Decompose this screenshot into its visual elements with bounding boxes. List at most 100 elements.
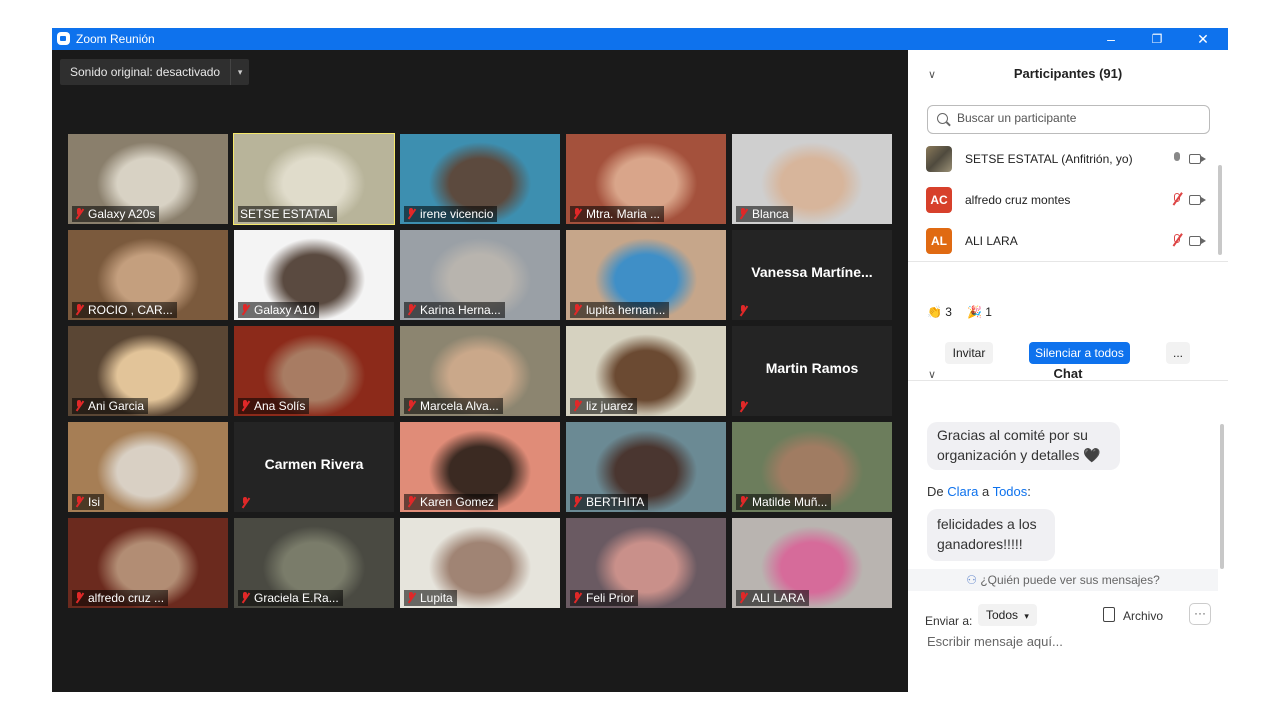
video-tile[interactable]: Matilde Muñ... (732, 422, 892, 512)
video-tile[interactable]: Galaxy A10 (234, 230, 394, 320)
participant-row[interactable]: SETSE ESTATAL (Anfitrión, yo) (926, 145, 1216, 173)
clap-count: 3 (945, 305, 952, 319)
participant-name-label: Blanca (736, 206, 793, 222)
microphone-muted-icon (406, 304, 416, 315)
original-sound-label: Sonido original: desactivado (70, 65, 221, 79)
video-camera-icon[interactable] (1189, 195, 1206, 205)
participant-name: Feli Prior (586, 591, 635, 605)
video-tile[interactable]: Ani Garcia (68, 326, 228, 416)
chevron-down-icon[interactable]: ▾ (230, 59, 249, 85)
close-button[interactable]: ✕ (1180, 28, 1226, 50)
video-camera-icon[interactable] (1189, 236, 1206, 246)
microphone-muted-icon (240, 400, 250, 411)
participant-name-label: Matilde Muñ... (736, 494, 832, 510)
chat-from-mid: a (981, 484, 990, 499)
video-tile[interactable]: Carmen Rivera (234, 422, 394, 512)
send-to-select[interactable]: Todos ▾ (978, 604, 1037, 626)
participant-name: SETSE ESTATAL (240, 207, 334, 221)
participant-name: Martin Ramos (765, 360, 859, 376)
title-bar: Zoom Reunión – ❐ ✕ (52, 28, 1228, 50)
participant-name-label: alfredo cruz ... (72, 590, 169, 606)
participant-name: Lupita (420, 591, 453, 605)
microphone-muted-icon (240, 497, 250, 508)
chat-scrollbar[interactable] (1220, 424, 1224, 569)
participant-row[interactable]: AC alfredo cruz montes (926, 186, 1216, 214)
chat-from-prefix: De (927, 484, 944, 499)
more-options-button[interactable]: ... (1166, 342, 1190, 364)
participant-name-label: Galaxy A10 (238, 302, 320, 318)
participant-search[interactable] (927, 105, 1210, 134)
microphone-muted-icon (738, 401, 748, 412)
microphone-muted-icon (240, 304, 250, 315)
participant-name-label: liz juarez (570, 398, 638, 414)
video-tile[interactable]: Mtra. Maria ... (566, 134, 726, 224)
maximize-button[interactable]: ❐ (1134, 28, 1180, 50)
microphone-muted-icon (74, 592, 84, 603)
search-icon (937, 113, 948, 124)
video-tile[interactable]: Karina Herna... (400, 230, 560, 320)
video-tile[interactable]: ALI LARA (732, 518, 892, 608)
file-button[interactable]: Archivo (1103, 607, 1163, 623)
participant-name: Galaxy A20s (88, 207, 156, 221)
microphone-muted-icon (406, 496, 416, 507)
microphone-muted-icon (406, 592, 416, 603)
video-tile[interactable]: BERTHITA (566, 422, 726, 512)
microphone-muted-icon[interactable] (1171, 192, 1183, 207)
video-tile[interactable]: Blanca (732, 134, 892, 224)
video-tile[interactable]: Galaxy A20s (68, 134, 228, 224)
microphone-muted-icon (738, 305, 748, 316)
participant-name-label: Ana Solís (238, 398, 310, 414)
party-icon: 🎉 (967, 305, 982, 319)
chat-message-input[interactable] (925, 633, 1219, 650)
participant-name: Blanca (752, 207, 789, 221)
video-tile[interactable]: Graciela E.Ra... (234, 518, 394, 608)
video-tile[interactable]: Martin Ramos (732, 326, 892, 416)
invite-button[interactable]: Invitar (945, 342, 993, 364)
who-can-see-messages[interactable]: ⚇ ¿Quién puede ver sus mensajes? (908, 569, 1218, 591)
video-tile[interactable]: lupita hernan... (566, 230, 726, 320)
mute-all-button[interactable]: Silenciar a todos (1029, 342, 1130, 364)
participant-name-label: lupita hernan... (570, 302, 670, 318)
video-tile[interactable]: Marcela Alva... (400, 326, 560, 416)
microphone-icon[interactable] (1171, 152, 1183, 166)
minimize-button[interactable]: – (1088, 28, 1134, 50)
chat-sender-name[interactable]: Clara (947, 484, 978, 499)
party-reaction: 🎉 1 (967, 305, 992, 319)
window-title: Zoom Reunión (76, 32, 155, 46)
participant-name-label: Lupita (404, 590, 457, 606)
participant-search-input[interactable] (955, 110, 1199, 126)
video-camera-icon[interactable] (1189, 154, 1206, 164)
send-to-value: Todos (986, 608, 1019, 622)
microphone-muted-icon (406, 208, 416, 219)
participant-name-label: SETSE ESTATAL (238, 206, 338, 222)
microphone-muted-icon (74, 400, 84, 411)
microphone-muted-icon[interactable] (1171, 233, 1183, 248)
participants-scrollbar[interactable] (1218, 165, 1222, 255)
who-can-see-label: ¿Quién puede ver sus mensajes? (980, 573, 1160, 587)
video-tile[interactable]: alfredo cruz ... (68, 518, 228, 608)
microphone-muted-icon (572, 304, 582, 315)
microphone-muted-icon (572, 592, 582, 603)
chat-more-button[interactable]: ··· (1189, 603, 1211, 625)
video-tile[interactable]: Vanessa Martíne... (732, 230, 892, 320)
party-count: 1 (985, 305, 992, 319)
participant-name: Vanessa Martíne... (751, 264, 873, 280)
video-tile[interactable]: ROCIO , CAR... (68, 230, 228, 320)
participant-name: Mtra. Maria ... (586, 207, 661, 221)
video-tile[interactable]: irene vicencio (400, 134, 560, 224)
participant-name: Isi (88, 495, 100, 509)
original-sound-button[interactable]: Sonido original: desactivado ▾ (60, 59, 250, 85)
video-tile[interactable]: Isi (68, 422, 228, 512)
participant-name-label: Marcela Alva... (404, 398, 503, 414)
video-tile[interactable]: SETSE ESTATAL (233, 133, 395, 225)
video-tile[interactable]: Feli Prior (566, 518, 726, 608)
participant-row[interactable]: AL ALI LARA (926, 227, 1216, 255)
video-tile[interactable]: Ana Solís (234, 326, 394, 416)
chevron-down-icon: ▾ (1024, 611, 1029, 621)
video-tile[interactable]: Lupita (400, 518, 560, 608)
participant-name: Karen Gomez (420, 495, 495, 509)
participant-name: Matilde Muñ... (752, 495, 828, 509)
video-tile[interactable]: Karen Gomez (400, 422, 560, 512)
microphone-muted-icon (74, 208, 84, 219)
video-tile[interactable]: liz juarez (566, 326, 726, 416)
